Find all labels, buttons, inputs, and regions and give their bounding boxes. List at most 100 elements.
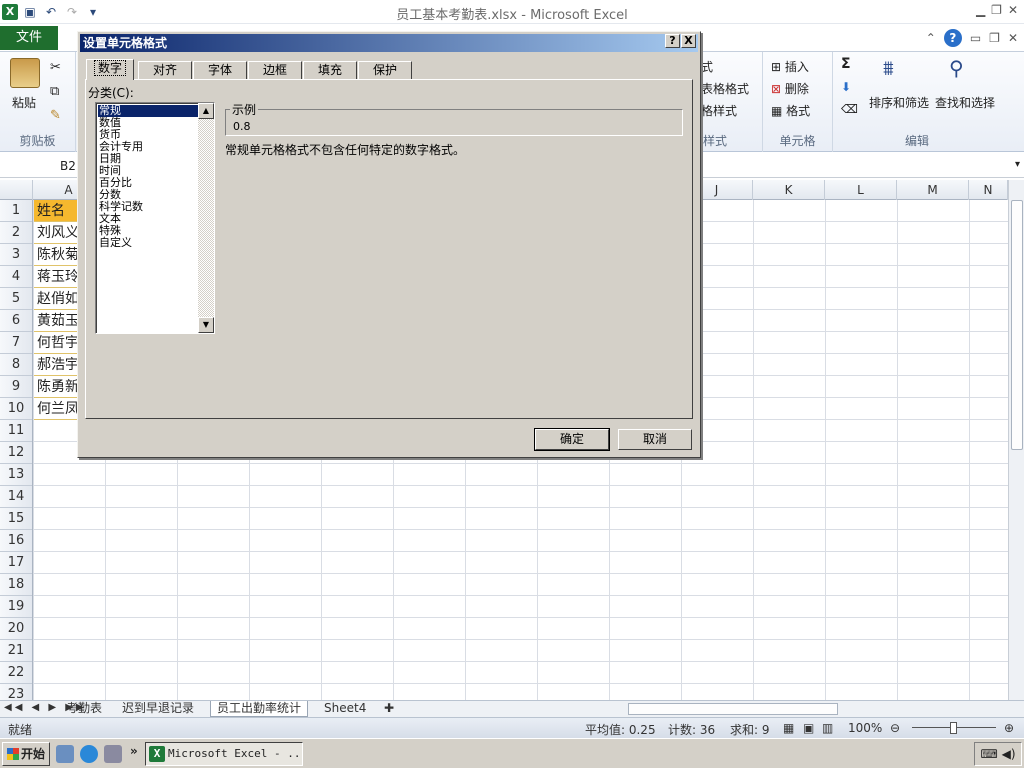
clear-icon[interactable]: ⌫ [841,102,858,116]
minimize-icon[interactable]: ▁ [976,3,985,17]
scroll-up-icon[interactable]: ▲ [198,103,214,119]
conditional-format-button[interactable]: 式 [701,58,713,75]
format-painter-icon[interactable]: ✎ [50,108,61,123]
tab-fill[interactable]: 填充 [303,61,357,79]
row-header[interactable]: 18 [0,574,32,596]
column-header-m[interactable]: M [897,180,969,200]
cell-a[interactable]: 陈勇新 [34,376,78,398]
copy-icon[interactable]: ⧉ [50,84,59,99]
sort-filter-icon[interactable]: ⩩ [883,56,894,80]
vertical-scrollbar[interactable] [1008,180,1024,700]
category-item[interactable]: 自定义 [98,237,198,249]
row-header[interactable]: 3 [0,244,32,266]
page-break-view-icon[interactable]: ▥ [822,721,833,735]
row-header[interactable]: 10 [0,398,32,420]
row-header[interactable]: 21 [0,640,32,662]
cell-styles-button[interactable]: 格样式 [701,102,737,119]
normal-view-icon[interactable]: ▦ [783,721,794,735]
row-header[interactable]: 17 [0,552,32,574]
sort-filter-button[interactable]: 排序和筛选 [869,94,929,111]
row-header[interactable]: 15 [0,508,32,530]
tab-font[interactable]: 字体 [193,61,247,79]
vertical-scroll-thumb[interactable] [1011,200,1023,450]
row-header[interactable]: 23 [0,684,32,700]
row-header[interactable]: 13 [0,464,32,486]
tab-protection[interactable]: 保护 [358,61,412,79]
row-header[interactable]: 7 [0,332,32,354]
help-icon[interactable]: ? [943,29,962,47]
row-header[interactable]: 20 [0,618,32,640]
ok-button[interactable]: 确定 [534,428,610,451]
delete-button[interactable]: ⊠ 删除 [771,80,809,97]
cell-a1[interactable]: 姓名 [34,200,78,222]
page-layout-view-icon[interactable]: ▣ [803,721,814,735]
row-header[interactable]: 9 [0,376,32,398]
column-header-k[interactable]: K [753,180,825,200]
table-format-button[interactable]: 表格格式 [701,80,749,97]
row-header[interactable]: 16 [0,530,32,552]
collapse-ribbon-icon[interactable]: ⌃ [926,31,936,45]
horizontal-scrollbar[interactable] [618,702,1008,716]
cancel-button[interactable]: 取消 [618,429,692,450]
keyboard-icon[interactable]: ⌨ [980,747,997,761]
taskbar-excel-window[interactable]: X Microsoft Excel - ... [145,742,303,766]
expand-formula-icon[interactable]: ▾ [1015,159,1020,170]
tab-alignment[interactable]: 对齐 [138,61,192,79]
zoom-level[interactable]: 100% [848,721,882,735]
fill-icon[interactable]: ⬇ [841,80,851,94]
column-header-l[interactable]: L [825,180,897,200]
scroll-down-icon[interactable]: ▼ [198,317,214,333]
name-box[interactable]: B2 [0,156,80,177]
row-header[interactable]: 11 [0,420,32,442]
row-header[interactable]: 12 [0,442,32,464]
workbook-close-icon[interactable]: ✕ [1008,31,1018,45]
category-listbox[interactable]: 常规 数值 货币 会计专用 日期 时间 百分比 分数 科学记数 文本 特殊 自定… [95,102,215,334]
row-header[interactable]: 5 [0,288,32,310]
category-scrollbar[interactable]: ▲ ▼ [198,103,214,333]
cell-a[interactable]: 何兰凤 [34,398,78,420]
tab-number[interactable]: 数字 [86,59,134,80]
sheet-tab-kaoqin[interactable]: 考勤表 [60,701,108,717]
row-header[interactable]: 22 [0,662,32,684]
row-header[interactable]: 1 [0,200,32,222]
cell-a[interactable]: 何哲宇 [34,332,78,354]
cell-a[interactable]: 赵俏如 [34,288,78,310]
autosum-icon[interactable]: Σ [841,56,851,72]
insert-button[interactable]: ⊞ 插入 [771,58,809,75]
close-window-icon[interactable]: ✕ [1008,3,1018,17]
desktop-icon[interactable] [56,745,74,763]
cell-a[interactable]: 黄茹玉 [34,310,78,332]
zoom-out-icon[interactable]: ⊖ [890,721,900,735]
horizontal-scroll-thumb[interactable] [628,703,838,715]
format-button[interactable]: ▦ 格式 [771,102,810,119]
workbook-minimize-icon[interactable]: ▭ [970,31,981,45]
start-button[interactable]: 开始 [2,742,50,766]
restore-icon[interactable]: ❐ [991,3,1002,17]
zoom-in-icon[interactable]: ⊕ [1004,721,1014,735]
cell-a[interactable]: 陈秋菊 [34,244,78,266]
row-header[interactable]: 6 [0,310,32,332]
zoom-slider-thumb[interactable] [950,722,957,734]
select-all-corner[interactable] [0,180,33,200]
volume-icon[interactable]: ◀) [1002,747,1016,761]
row-header[interactable]: 4 [0,266,32,288]
paste-icon[interactable] [10,58,40,88]
row-header[interactable]: 8 [0,354,32,376]
cell-a[interactable]: 蒋玉玲 [34,266,78,288]
cell-a[interactable]: 刘风义 [34,222,78,244]
insert-sheet-icon[interactable]: ✚ [378,701,400,717]
sheet-tab-sheet4[interactable]: Sheet4 [318,701,372,717]
media-icon[interactable] [104,745,122,763]
row-header[interactable]: 14 [0,486,32,508]
quick-launch-more[interactable]: » [130,744,138,758]
cell-a[interactable]: 郝浩宇 [34,354,78,376]
dialog-help-button[interactable]: ? [665,34,680,48]
row-header[interactable]: 2 [0,222,32,244]
column-header-n[interactable]: N [969,180,1008,200]
dialog-close-button[interactable]: X [681,34,696,48]
ie-icon[interactable] [80,745,98,763]
workbook-restore-icon[interactable]: ❐ [989,31,1000,45]
tab-border[interactable]: 边框 [248,61,302,79]
cut-icon[interactable]: ✂ [50,60,61,75]
sheet-tab-late-early[interactable]: 迟到早退记录 [116,701,200,717]
